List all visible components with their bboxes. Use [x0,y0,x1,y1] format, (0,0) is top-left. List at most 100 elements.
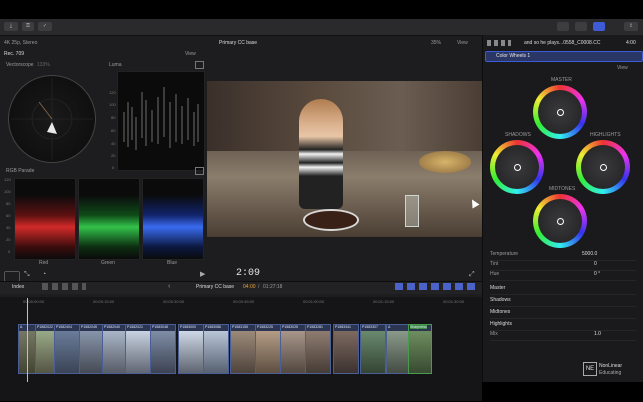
rgb-tick: 100 [4,189,11,194]
viewer-title: Primary CC base [219,40,258,46]
rgb-tick: 40 [6,225,11,230]
ruler-mark: 00:01:30:00 [443,299,465,304]
viewer-timecode: 2:09 [236,268,261,279]
key-icon[interactable]: ⚿ [22,22,34,31]
section-master[interactable]: Master [490,283,636,295]
midtones-wheel[interactable] [533,194,587,248]
browser-layout-icon[interactable] [557,22,569,31]
timeline-clip[interactable]: P1583307 [360,324,386,374]
section-shadows[interactable]: Shadows [490,295,636,307]
timeline-clip[interactable]: P1583225 [255,324,281,374]
rgb-tick: 120 [4,177,11,182]
timeline-clip[interactable]: P1583341 [333,324,359,374]
section-midtones[interactable]: Midtones [490,307,636,319]
timeline-clip[interactable]: P1583086 [203,324,229,374]
hue-row[interactable]: Hue 0 ° [490,269,636,281]
watermark-line1: NonLinear [599,363,623,369]
wheel-label-shadows: SHADOWS [505,132,531,138]
vectorscope-display [8,75,96,163]
vectorscope-label: Vectorscope [6,62,34,68]
luma-tick: 0 [112,165,115,170]
timeline-layout-icon[interactable] [575,22,587,31]
inspector-clip-name: and so he plays...0558_C0008.CC [524,40,601,46]
final-cut-window: ⤓ ⚿ ✓ ⇪ 4K 25p, Stereo Rec. 709 View Vec… [0,19,643,401]
timeline-clip[interactable]: A [386,324,409,374]
timeline-tools[interactable] [395,283,475,290]
viewer-view-menu[interactable]: View [457,40,468,46]
timeline-clip[interactable]: P1583025 [280,324,306,374]
green-parade [78,178,140,260]
playhead[interactable] [27,298,28,382]
speed-icon[interactable]: ◔ [42,271,46,278]
inspector-view-menu[interactable]: View [617,65,628,71]
luma-tick: 120 [109,90,116,95]
edit-tools[interactable] [42,283,86,290]
rgb-tick: 60 [6,213,11,218]
luma-label: Luma [109,62,122,68]
fullscreen-icon[interactable]: ⤢ [469,271,475,279]
luma-tick: 80 [111,115,116,120]
rgb-tick: 80 [6,201,11,206]
timeline-duration: 01:27:18 [263,284,283,290]
zoom-menu[interactable]: 35% [431,40,441,46]
timeline-clip[interactable]: Sharpness [408,324,432,374]
timeline-clip[interactable]: P1583155 [230,324,256,374]
transform-icon[interactable]: ⤡ [24,271,30,279]
inspector-layout-icon[interactable] [593,22,605,31]
inspector-tabs[interactable] [487,40,511,46]
timeline-clip[interactable]: P1582021 [125,324,151,374]
play-button[interactable]: ▶ [200,270,205,278]
index-button[interactable]: Index [12,284,24,290]
timeline-clip[interactable]: P1583281 [305,324,331,374]
luma-tick: 100 [109,102,116,107]
timeline-clip[interactable]: P1583048 [150,324,176,374]
ruler-mark: 00:01:15:00 [373,299,395,304]
girl [299,99,343,209]
rgb-tick: 20 [6,237,11,242]
inspector-duration: 4:00 [626,40,636,46]
timeline-clip[interactable]: P1582040 [102,324,126,374]
highlights-wheel[interactable] [576,140,630,194]
ruler-mark: 00:00:45:00 [233,299,255,304]
ruler-mark: 00:00:15:00 [93,299,115,304]
share-icon[interactable]: ⇪ [624,22,638,31]
vectorscope-percent: 133% [37,62,50,68]
green-label: Green [101,260,115,266]
ruler-mark: 00:01:00:00 [303,299,325,304]
birthday-cake [303,209,359,231]
ruler-mark: 00:00:30:00 [163,299,185,304]
wheel-label-highlights: HIGHLIGHTS [590,132,621,138]
rgb-parade-label: RGB Parade [6,168,35,174]
red-parade [14,178,76,260]
master-wheel[interactable] [533,85,587,139]
back-arrow-icon[interactable]: ‹ [168,283,170,290]
luma-tick: 20 [111,153,116,158]
fruit-bowl [419,151,471,173]
luma-settings-icon[interactable] [195,61,204,69]
wheel-label-master: MASTER [551,77,572,83]
scopes-view-menu[interactable]: View [185,51,196,57]
kitchen-cabinets [207,81,483,151]
timeline-clip[interactable]: P1583000 [178,324,204,374]
import-icon[interactable]: ⤓ [4,22,18,31]
luma-waveform [117,71,205,171]
timeline-separator: / [258,284,260,290]
viewer-image [207,81,483,237]
check-icon[interactable]: ✓ [38,22,52,31]
red-label: Red [39,260,49,266]
color-space-label: Rec. 709 [4,51,25,57]
timeline-clip[interactable]: P1582404 [54,324,80,374]
format-label: 4K 25p, Stereo [4,40,38,46]
watermark-line2: Educating [599,370,622,376]
top-toolbar: ⤓ ⚿ ✓ ⇪ [0,19,643,36]
timeline-clip[interactable]: P1582045 [79,324,103,374]
timeline-clip[interactable]: P1582022 [35,324,55,374]
rgb-settings-icon[interactable] [195,167,204,175]
shadows-wheel[interactable] [490,140,544,194]
blue-label: Blue [167,260,178,266]
glass [405,195,419,227]
blue-parade [142,178,204,260]
effect-name[interactable]: Color Wheels 1 [496,53,530,59]
mix-row[interactable]: Mix 1.0 [490,329,636,341]
timeline-position: 04:00 [243,284,256,290]
